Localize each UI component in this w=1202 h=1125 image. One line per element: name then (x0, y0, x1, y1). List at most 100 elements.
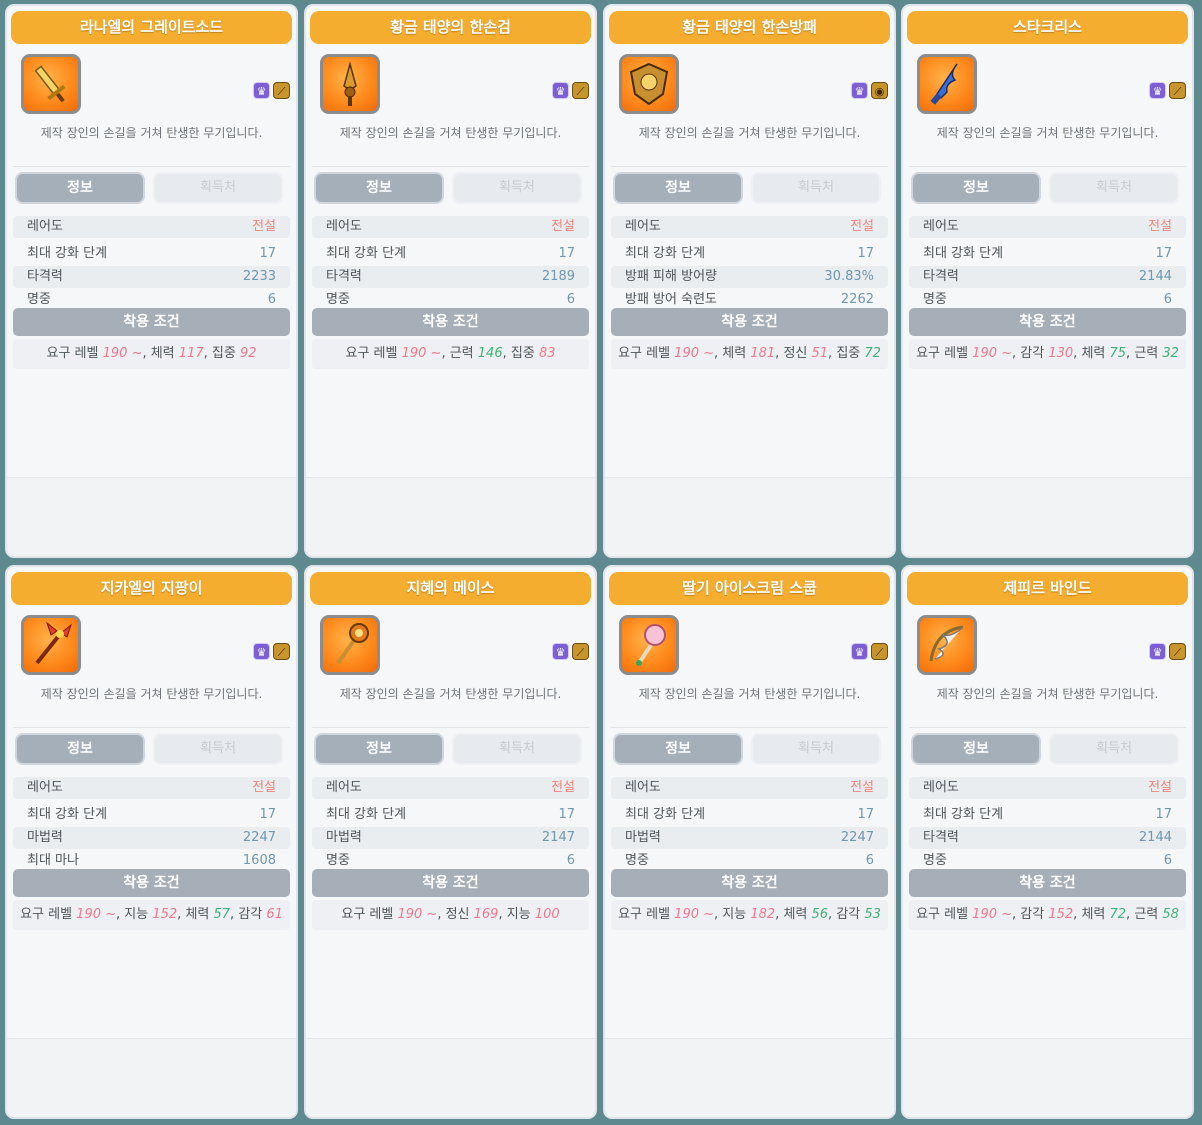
req-label: 요구 레벨 (46, 346, 103, 361)
divider (13, 727, 290, 728)
stat-label: 최대 강화 단계 (625, 807, 706, 822)
shield-type-icon: ◉ (871, 82, 888, 99)
tab-source[interactable]: 획득처 (751, 733, 881, 765)
tab-source[interactable]: 획득처 (1049, 172, 1179, 204)
stat-row: 레어도 전설 (611, 216, 888, 238)
class-emblem-icon: ♛ (253, 82, 270, 99)
requirements-line: 요구 레벨 190 ~, 근력 146, 집중 83 (312, 339, 589, 369)
stat-value: 2233 (242, 269, 276, 284)
staff-type-icon: ⟋ (273, 643, 290, 660)
requirements-title: 착용 조건 (909, 869, 1186, 897)
stat-row: 레어도 전설 (909, 216, 1186, 238)
winged-staff-icon (21, 615, 81, 675)
divider (312, 166, 589, 167)
req-label: 요구 레벨 (916, 346, 973, 361)
sword-type-icon: ⟋ (572, 82, 589, 99)
req-value: 181 (750, 346, 776, 361)
req-label: 체력 (185, 907, 214, 922)
stat-row: 마법력 2247 (13, 827, 290, 849)
tab-info[interactable]: 정보 (911, 172, 1041, 204)
stat-label: 최대 강화 단계 (923, 807, 1004, 822)
divider (13, 166, 290, 167)
stat-row: 레어도 전설 (312, 216, 589, 238)
item-card: 지혜의 메이스 ♛ ⟋ 제작 장인의 손길을 거쳐 탄생한 무기입니다. 정보 획득처 레어… (304, 565, 597, 1119)
req-label: 요구 레벨 (916, 907, 973, 922)
req-value: 190 ~ (674, 907, 715, 922)
requirements-title: 착용 조건 (611, 869, 888, 897)
tab-source[interactable]: 획득처 (153, 172, 283, 204)
req-label: 근력 (449, 346, 478, 361)
stat-label: 타격력 (326, 269, 362, 284)
tab-info[interactable]: 정보 (613, 733, 743, 765)
tab-source[interactable]: 획득처 (452, 172, 582, 204)
item-title: 스타크리스 (907, 11, 1188, 44)
divider (909, 166, 1186, 167)
stat-row: 최대 강화 단계 17 (909, 804, 1186, 826)
stat-value: 17 (857, 807, 874, 822)
req-label: 체력 (1081, 907, 1110, 922)
stat-label: 마법력 (27, 830, 63, 845)
requirements-line: 요구 레벨 190 ~, 지능 182, 체력 56, 감각 53 (611, 900, 888, 930)
req-value: 83 (538, 346, 556, 361)
req-value: 51 (811, 346, 829, 361)
stat-row: 타격력 2189 (312, 266, 589, 288)
tab-info[interactable]: 정보 (314, 733, 444, 765)
req-value: 57 (213, 907, 231, 922)
tab-info[interactable]: 정보 (911, 733, 1041, 765)
req-value: 152 (152, 907, 178, 922)
tab-info[interactable]: 정보 (15, 172, 145, 204)
tab-info[interactable]: 정보 (15, 733, 145, 765)
req-label: 지능 (722, 907, 751, 922)
stat-value: 2247 (242, 830, 276, 845)
staff-type-icon: ⟋ (572, 643, 589, 660)
one-hand-sword-icon (320, 54, 380, 114)
tab-source[interactable]: 획득처 (452, 733, 582, 765)
req-value: 190 ~ (972, 346, 1013, 361)
stat-row: 타격력 2233 (13, 266, 290, 288)
req-value: 190 ~ (76, 907, 117, 922)
stat-row: 레어도 전설 (13, 216, 290, 238)
stat-label: 최대 강화 단계 (326, 246, 407, 261)
winged-bow-icon (917, 615, 977, 675)
req-value: 190 ~ (102, 346, 143, 361)
stat-label: 최대 강화 단계 (27, 807, 108, 822)
stat-value: 전설 (551, 780, 575, 795)
req-label: 근력 (1134, 346, 1163, 361)
req-label: 감각 (238, 907, 267, 922)
stat-row: 마법력 2247 (611, 827, 888, 849)
stat-label: 최대 강화 단계 (27, 246, 108, 261)
requirements-title: 착용 조건 (312, 308, 589, 336)
tab-source[interactable]: 획득처 (153, 733, 283, 765)
stat-row: 최대 강화 단계 17 (611, 243, 888, 265)
class-emblem-icon: ♛ (552, 643, 569, 660)
stat-label: 최대 강화 단계 (923, 246, 1004, 261)
req-label: 요구 레벨 (20, 907, 77, 922)
req-value: 100 (534, 907, 560, 922)
item-card: 제피르 바인드 ♛ ⟋ 제작 장인의 손길을 거쳐 탄생한 무기입니다. 정보 획득처 레어… (901, 565, 1194, 1119)
stat-row: 최대 강화 단계 17 (312, 243, 589, 265)
req-value: 169 (473, 907, 499, 922)
req-value: 61 (266, 907, 283, 922)
stat-label: 마법력 (326, 830, 362, 845)
req-value: 182 (750, 907, 776, 922)
stat-value: 17 (558, 246, 575, 261)
req-label: 집중 (510, 346, 539, 361)
item-title: 지혜의 메이스 (310, 572, 591, 605)
requirements-title: 착용 조건 (909, 308, 1186, 336)
tab-info[interactable]: 정보 (314, 172, 444, 204)
stat-label: 타격력 (27, 269, 63, 284)
stat-label: 레어도 (625, 780, 661, 795)
tab-source[interactable]: 획득처 (1049, 733, 1179, 765)
tab-source[interactable]: 획득처 (751, 172, 881, 204)
tab-info[interactable]: 정보 (613, 172, 743, 204)
requirements-title: 착용 조건 (13, 308, 290, 336)
item-card: 딸기 아이스크림 스쿱 ♛ ⟋ 제작 장인의 손길을 거쳐 탄생한 무기입니다. 정보 획… (603, 565, 896, 1119)
req-value: 146 (477, 346, 503, 361)
stat-label: 레어도 (923, 780, 959, 795)
stat-row: 최대 강화 단계 17 (13, 243, 290, 265)
req-label: 지능 (124, 907, 153, 922)
item-description: 제작 장인의 손길을 거쳐 탄생한 무기입니다. (936, 687, 1159, 701)
stat-label: 레어도 (27, 780, 63, 795)
stat-row: 타격력 2144 (909, 266, 1186, 288)
req-value: 53 (864, 907, 881, 922)
